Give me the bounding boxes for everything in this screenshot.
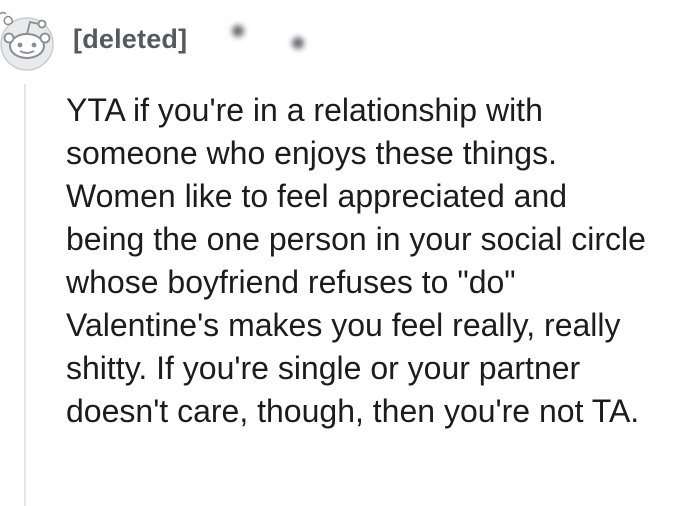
- redacted-mark: [232, 25, 244, 37]
- snoo-avatar-icon[interactable]: [0, 10, 56, 72]
- thread-line[interactable]: [24, 84, 26, 506]
- comment-body-line: shitty. If you're single or your partner: [66, 350, 581, 386]
- comment-body-line: whose boyfriend refuses to "do": [66, 264, 516, 300]
- comment-body-line: Women like to feel appreciated and: [66, 178, 568, 214]
- comment: [deleted] YTA if you're in a relationshi…: [0, 0, 700, 506]
- comment-body-line: someone who enjoys these things.: [66, 135, 557, 171]
- comment-body-line: being the one person in your social circ…: [66, 221, 646, 257]
- comment-body-line: YTA if you're in a relationship with: [66, 92, 543, 128]
- redacted-mark: [292, 37, 304, 49]
- comment-body-line: Valentine's makes you feel really, reall…: [66, 307, 621, 343]
- comment-body: YTA if you're in a relationship with som…: [66, 89, 700, 433]
- comment-body-line: doesn't care, though, then you're not TA…: [66, 393, 640, 429]
- comment-author[interactable]: [deleted]: [73, 24, 187, 55]
